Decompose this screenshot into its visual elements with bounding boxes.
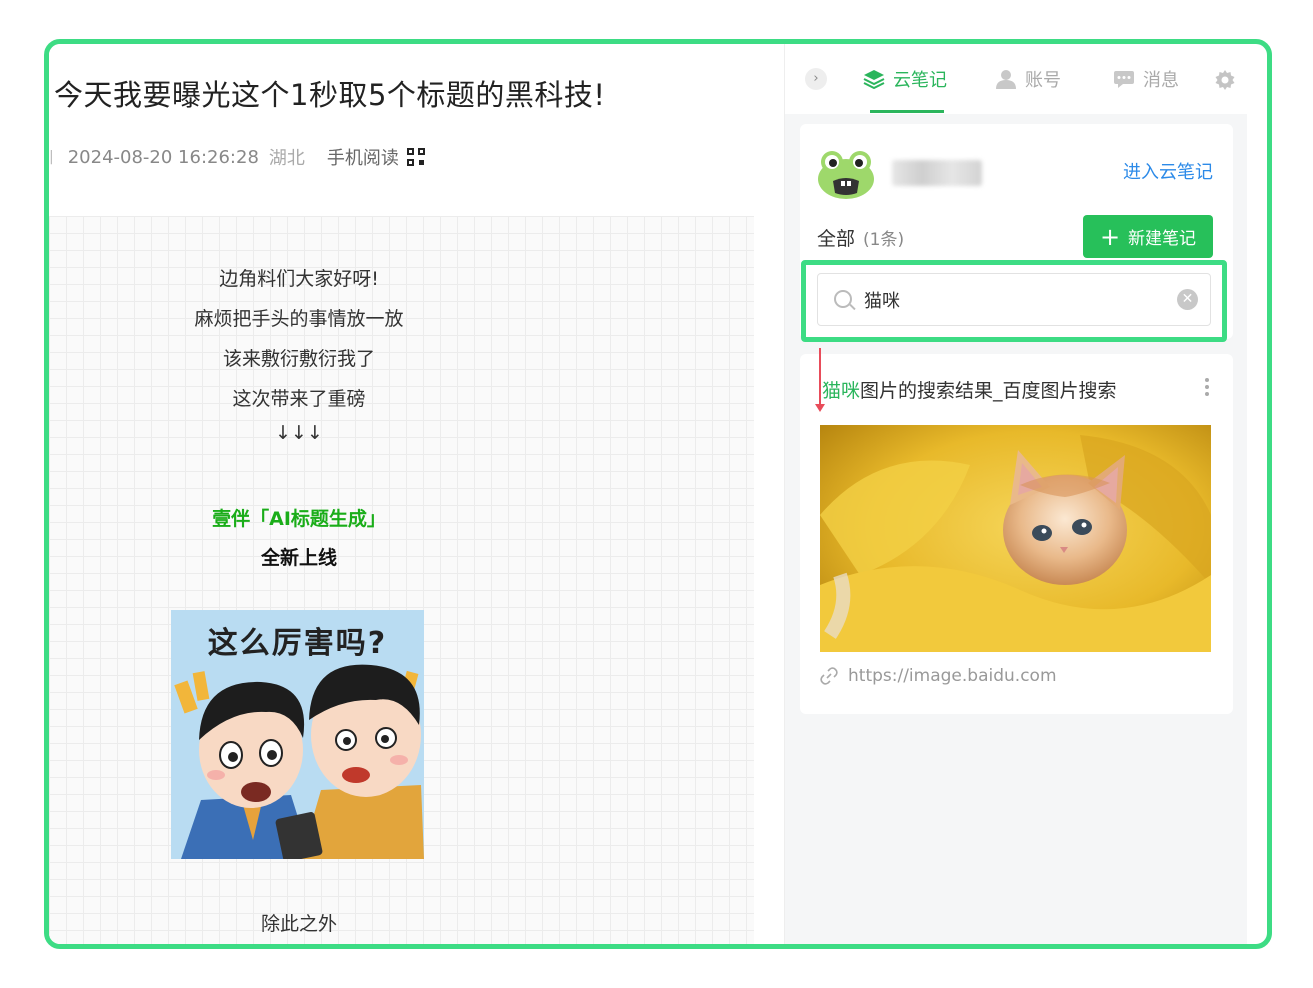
publish-location: 湖北	[268, 148, 305, 169]
note-image	[820, 425, 1211, 652]
tab-messages[interactable]: 消息	[1113, 66, 1179, 92]
plus-icon: +	[1099, 222, 1121, 251]
active-tab-indicator	[870, 110, 944, 113]
filter-all[interactable]: 全部 (1条)	[817, 224, 904, 251]
article-pane: 今天我要曝光这个1秒取5个标题的黑科技! | 2024-08-20 16:26:…	[49, 44, 784, 944]
app-frame: 今天我要曝光这个1秒取5个标题的黑科技! | 2024-08-20 16:26:…	[44, 39, 1272, 949]
comic-image: 这么厉害吗?	[171, 610, 424, 859]
body-line: 该来敷衍敷衍我了	[222, 348, 375, 370]
panel-tabs: › 云笔记 账号 消息	[785, 44, 1248, 114]
tab-label: 账号	[1025, 70, 1061, 91]
body-line: 麻烦把手头的事情放一放	[194, 308, 404, 330]
body-line: 边角料们大家好呀!	[219, 268, 379, 290]
clear-icon[interactable]: ✕	[1177, 289, 1198, 310]
arrow-annotation-icon	[815, 348, 825, 412]
note-card[interactable]: 猫咪图片的搜索结果_百度图片搜索 https://image.baidu.com	[800, 348, 1233, 714]
publish-date: 2024-08-20 16:26:28	[67, 146, 259, 168]
username-blurred	[892, 160, 982, 186]
filter-count: (1条)	[863, 230, 905, 250]
search-icon	[834, 290, 852, 308]
new-note-label: 新建笔记	[1128, 229, 1197, 249]
more-vertical-icon[interactable]	[1205, 378, 1209, 396]
body-line: 除此之外	[260, 913, 337, 935]
enter-cloud-notes-link[interactable]: 进入云笔记	[1123, 158, 1213, 184]
link-icon	[820, 667, 838, 685]
meta-marker: |	[49, 149, 54, 165]
tab-account[interactable]: 账号	[995, 66, 1061, 92]
search-input[interactable]	[864, 286, 1164, 314]
side-panel: › 云笔记 账号 消息 进入云笔记 全部 (1条) + 新建笔记 猫咪 ✕ 猫咪…	[784, 44, 1248, 944]
note-source-link[interactable]: https://image.baidu.com	[820, 666, 1057, 686]
tab-cloud-notes[interactable]: 云笔记	[863, 66, 947, 92]
kitten-photo	[820, 425, 1211, 652]
chat-icon	[1113, 69, 1135, 89]
collapse-chevron-icon[interactable]: ›	[805, 68, 827, 90]
comic-illustration	[174, 664, 424, 859]
new-note-button[interactable]: + 新建笔记	[1083, 215, 1213, 258]
search-box[interactable]: ✕	[817, 273, 1211, 326]
note-title-rest: 图片的搜索结果_百度图片搜索	[860, 380, 1117, 402]
gear-icon[interactable]	[1215, 70, 1235, 90]
mobile-read-link[interactable]: 手机阅读	[327, 144, 399, 170]
note-title-highlight: 猫咪	[822, 380, 861, 402]
note-title[interactable]: 猫咪图片的搜索结果_百度图片搜索	[822, 376, 1117, 403]
body-line: 这次带来了重磅	[232, 388, 366, 410]
user-icon	[995, 69, 1017, 89]
note-link-text: https://image.baidu.com	[848, 666, 1057, 686]
qrcode-icon[interactable]	[406, 148, 425, 166]
tab-label: 云笔记	[893, 70, 947, 91]
article-title: 今天我要曝光这个1秒取5个标题的黑科技!	[54, 78, 606, 112]
layers-icon	[863, 69, 885, 90]
down-arrows: ↓↓↓	[275, 422, 323, 444]
filter-label: 全部	[817, 228, 856, 250]
feature-title: 壹伴「AI标题生成」	[212, 508, 386, 530]
article-meta: | 2024-08-20 16:26:28 湖北 手机阅读	[49, 144, 425, 170]
tab-label: 消息	[1143, 70, 1179, 91]
feature-subtitle: 全新上线	[260, 547, 337, 569]
avatar[interactable]	[817, 149, 875, 199]
